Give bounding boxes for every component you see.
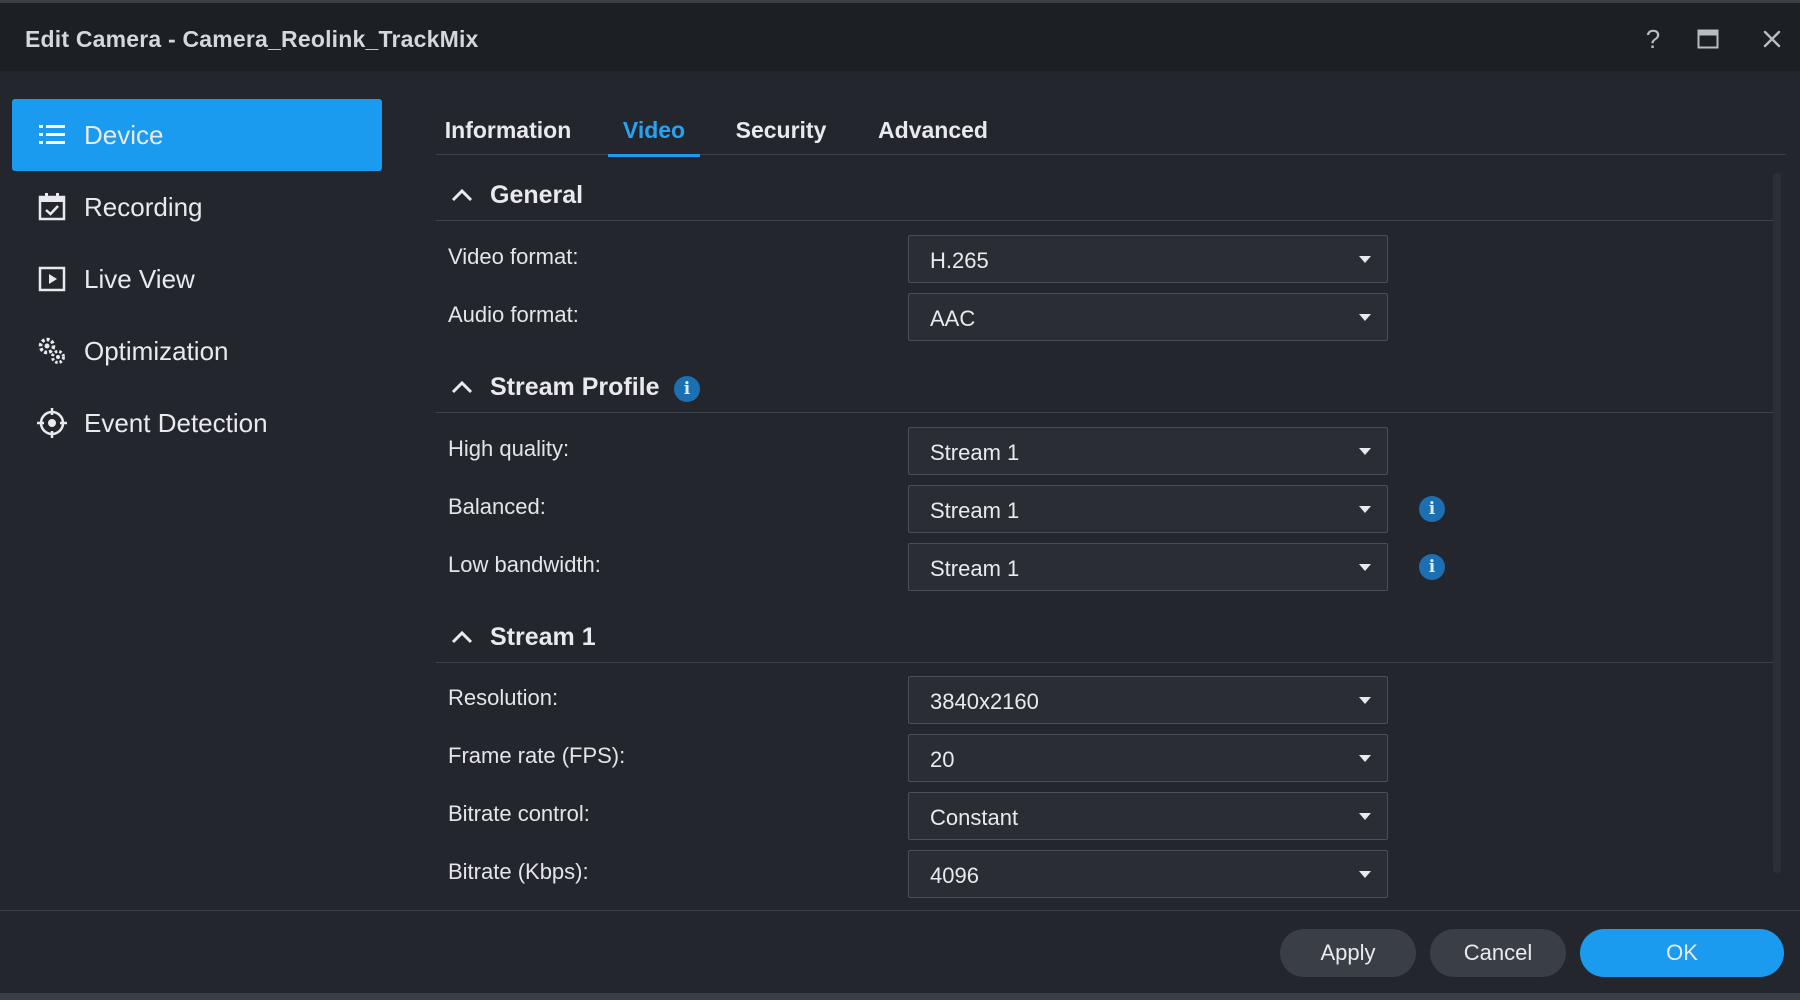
info-icon[interactable]: i [1419, 496, 1445, 522]
caret-down-icon [1359, 506, 1371, 513]
list-icon [39, 125, 65, 144]
video-format-label: Video format: [448, 244, 579, 269]
bottom-border [0, 993, 1800, 1000]
sidebar-item-label: Optimization [84, 336, 229, 366]
section-stream-1: Stream 1 [436, 613, 1776, 663]
edit-camera-dialog: Edit Camera - Camera_Reolink_TrackMix ? … [0, 0, 1800, 1000]
sidebar-item-optimization[interactable]: Optimization [12, 315, 382, 387]
tab-advanced[interactable]: Advanced [856, 99, 1010, 155]
cancel-button[interactable]: Cancel [1430, 929, 1566, 977]
select-value: Stream 1 [930, 440, 1020, 465]
tab-security[interactable]: Security [714, 99, 848, 155]
bitrate-control-label: Bitrate control: [448, 801, 590, 826]
resolution-label: Resolution: [448, 685, 559, 710]
tab-information[interactable]: Information [436, 99, 580, 155]
scrollbar[interactable] [1773, 173, 1781, 873]
low-bandwidth-label: Low bandwidth: [448, 552, 601, 577]
help-button[interactable]: ? [1637, 23, 1669, 55]
bitrate-select[interactable]: 4096 [908, 850, 1388, 898]
window-title: Edit Camera - Camera_Reolink_TrackMix [25, 26, 479, 52]
section-title: Stream Profile [490, 373, 660, 401]
select-value: H.265 [930, 248, 989, 273]
high-quality-select[interactable]: Stream 1 [908, 427, 1388, 475]
balanced-select[interactable]: Stream 1 [908, 485, 1388, 533]
frame-rate-label: Frame rate (FPS): [448, 743, 626, 768]
audio-format-select[interactable]: AAC [908, 293, 1388, 341]
caret-down-icon [1359, 813, 1371, 820]
gears-icon [38, 337, 65, 364]
sidebar-item-live-view[interactable]: Live View [12, 243, 382, 315]
high-quality-label: High quality: [448, 436, 570, 461]
select-value: Stream 1 [930, 556, 1020, 581]
dialog-footer: Apply Cancel OK [0, 910, 1800, 1000]
title-bar: Edit Camera - Camera_Reolink_TrackMix ? [0, 3, 1800, 71]
sidebar-item-event-detection[interactable]: Event Detection [12, 387, 382, 459]
section-title: General [490, 181, 584, 209]
tab-video-label: Video [622, 117, 686, 143]
caret-down-icon [1359, 564, 1371, 571]
section-general: General [436, 171, 1776, 221]
select-value: 3840x2160 [930, 689, 1039, 714]
balanced-label: Balanced: [448, 494, 546, 519]
select-value: 4096 [930, 863, 979, 888]
close-icon [1763, 30, 1781, 48]
caret-down-icon [1359, 448, 1371, 455]
tab-video[interactable]: Video [608, 99, 700, 157]
bitrate-label: Bitrate (Kbps): [448, 859, 589, 884]
chevron-up-icon[interactable] [450, 627, 474, 647]
sidebar-item-device[interactable]: Device [12, 99, 382, 171]
bitrate-control-select[interactable]: Constant [908, 792, 1388, 840]
crosshair-icon [37, 408, 67, 438]
sidebar: Device Recording Live View Optimization … [0, 71, 398, 910]
select-value: Stream 1 [930, 498, 1020, 523]
play-screen-icon [38, 266, 66, 292]
chevron-up-icon[interactable] [450, 185, 474, 205]
maximize-button[interactable] [1692, 23, 1724, 55]
chevron-up-icon[interactable] [450, 377, 474, 397]
sidebar-item-label: Event Detection [84, 408, 268, 438]
caret-down-icon [1359, 256, 1371, 263]
sidebar-item-label: Recording [84, 192, 203, 222]
caret-down-icon [1359, 755, 1371, 762]
frame-rate-select[interactable]: 20 [908, 734, 1388, 782]
select-value: 20 [930, 747, 955, 772]
caret-down-icon [1359, 697, 1371, 704]
low-bandwidth-select[interactable]: Stream 1 [908, 543, 1388, 591]
info-icon[interactable]: i [674, 376, 700, 402]
audio-format-label: Audio format: [448, 302, 579, 327]
section-stream-profile: Stream Profile i [436, 363, 1776, 413]
help-icon: ? [1645, 23, 1661, 54]
sidebar-item-label: Device [84, 120, 164, 150]
select-value: AAC [930, 306, 976, 331]
info-icon[interactable]: i [1419, 554, 1445, 580]
video-format-select[interactable]: H.265 [908, 235, 1388, 283]
caret-down-icon [1359, 314, 1371, 321]
sidebar-item-label: Live View [84, 264, 195, 294]
main-panel: Information Video Security Advanced Gene… [398, 71, 1800, 910]
close-button[interactable] [1756, 23, 1788, 55]
calendar-check-icon [38, 193, 66, 221]
apply-button[interactable]: Apply [1280, 929, 1416, 977]
select-value: Constant [930, 805, 1019, 830]
tab-bar: Information Video Security Advanced [436, 99, 1786, 157]
resolution-select[interactable]: 3840x2160 [908, 676, 1388, 724]
caret-down-icon [1359, 871, 1371, 878]
sidebar-item-recording[interactable]: Recording [12, 171, 382, 243]
section-title: Stream 1 [490, 623, 596, 651]
maximize-icon [1697, 29, 1719, 49]
ok-button[interactable]: OK [1580, 929, 1784, 977]
video-settings-form: General Video format: H.265 Audio format… [436, 171, 1776, 901]
active-tab-indicator [608, 154, 700, 157]
